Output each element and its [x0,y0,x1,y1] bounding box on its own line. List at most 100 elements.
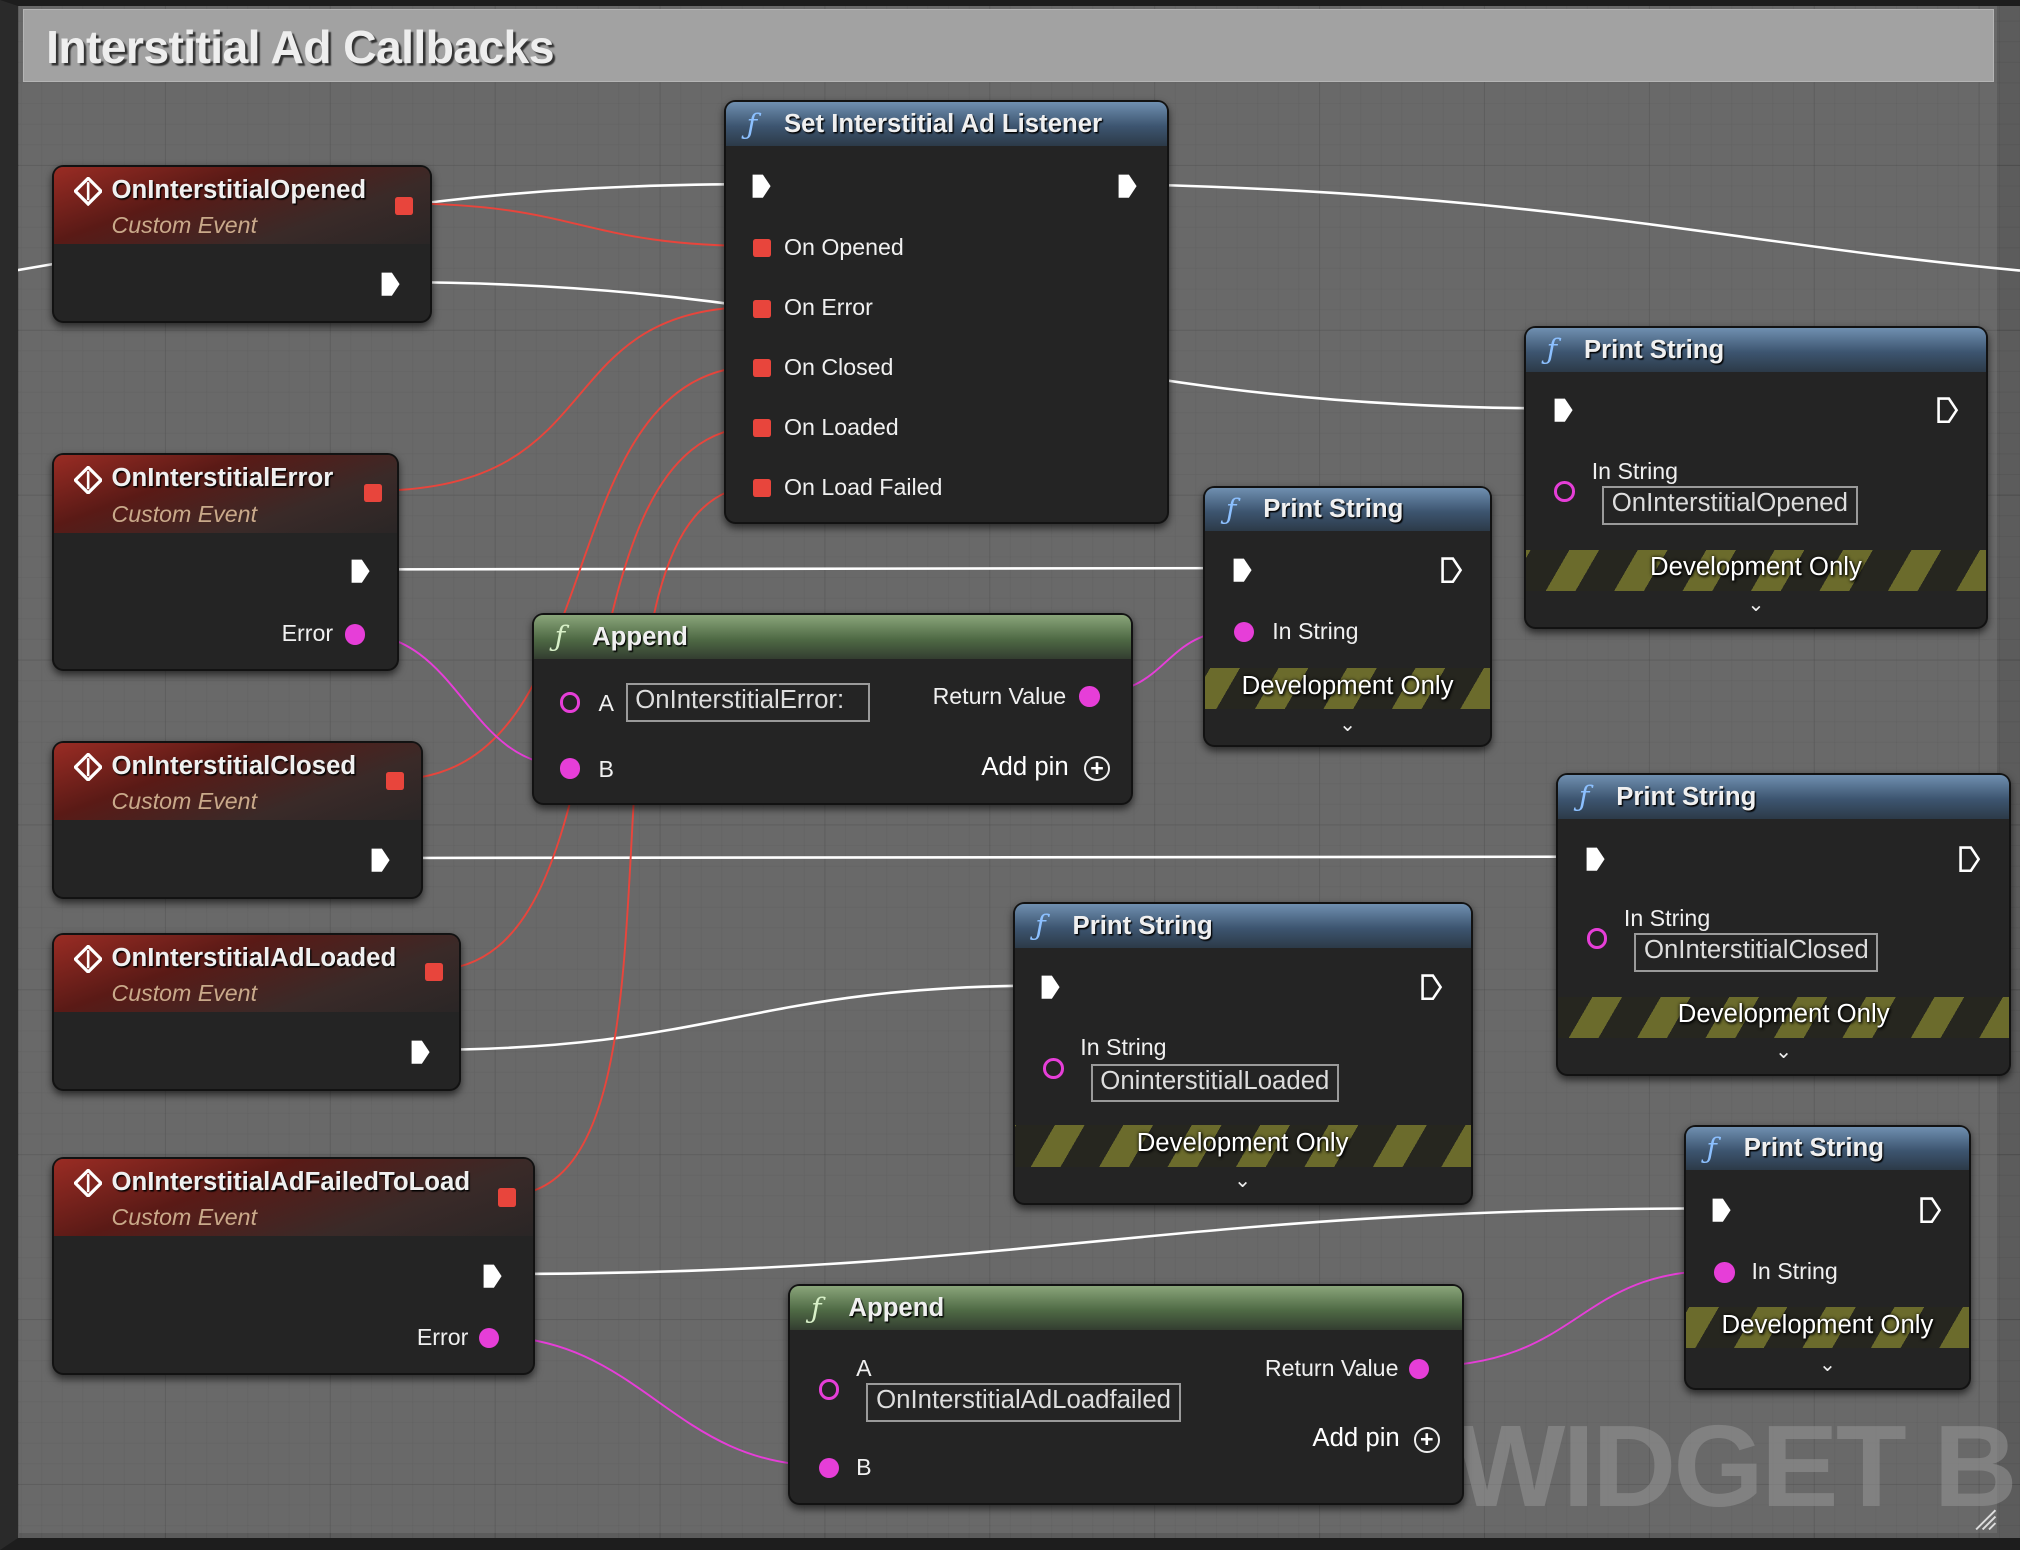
plus-circle-icon[interactable]: + [1084,755,1110,782]
set-listener-node[interactable]: ƒ Set Interstitial Ad Listener On Opened… [724,100,1169,525]
event-node-closed[interactable]: OnInterstitialClosed Custom Event [51,740,423,900]
exec-out-pin-icon[interactable] [1919,1196,1942,1224]
in-string-field[interactable]: OninterstitialLoaded [1090,1063,1340,1103]
delegate-pin[interactable] [753,478,772,497]
string-pin[interactable] [1554,481,1575,502]
string-pin-a[interactable] [818,1379,840,1400]
pin-label: On Error [783,294,873,321]
print-string-node[interactable]: ƒ Print String In String Development Onl… [1683,1124,1972,1391]
in-string-field[interactable]: OnInterstitialOpened [1602,486,1858,526]
print-string-node[interactable]: ƒ Print String In String OninterstitialL… [1012,901,1473,1205]
pin-label: On Opened [783,233,904,260]
exec-in-pin-icon[interactable] [1552,396,1575,424]
exec-pin-icon[interactable] [379,270,402,298]
delegate-pin[interactable] [753,358,772,377]
event-node-opened[interactable]: OnInterstitialOpened Custom Event [51,164,432,324]
string-pin-a[interactable] [559,692,581,714]
add-pin-label[interactable]: Add pin [981,753,1068,782]
dev-only-label: Development Only [1241,671,1454,700]
delegate-pin[interactable] [385,772,404,791]
node-title: Print String [1743,1134,1884,1163]
function-f-icon: ƒ [554,620,566,654]
node-subtitle: Custom Event [111,979,258,1006]
development-only-bar: Development Only [1205,668,1490,710]
string-wire [486,1334,828,1468]
event-node-loaded[interactable]: OnInterstitialAdLoaded Custom Event [51,932,462,1092]
pin-label-b: B [598,755,614,782]
append-node[interactable]: ƒ Append A OnInterstitialAdLoadfailed B … [788,1284,1464,1505]
exec-wire [418,984,1049,1052]
string-pin[interactable] [1714,1261,1735,1283]
exec-in-pin-icon[interactable] [1584,845,1607,873]
return-value-pin[interactable] [1408,1358,1430,1380]
development-only-bar: Development Only [1526,549,1986,591]
resize-handle-icon[interactable] [1971,1505,1997,1531]
delegate-wire [401,202,761,248]
delegate-pin[interactable] [497,1188,516,1207]
chevron-down-icon[interactable]: ⌄ [1015,1168,1471,1193]
in-string-label: In String [1080,1033,1167,1060]
exec-in-pin-icon[interactable] [750,172,773,200]
string-pin[interactable] [344,624,366,645]
exec-wire [1125,182,2020,272]
string-pin[interactable] [1042,1058,1064,1079]
exec-in-pin-icon[interactable] [1710,1196,1733,1224]
node-title: OnInterstitialAdLoaded [111,943,397,972]
exec-pin-icon[interactable] [369,846,392,874]
string-pin[interactable] [1586,928,1608,949]
print-string-node[interactable]: ƒ Print String In String Development Onl… [1203,485,1492,748]
append-node[interactable]: ƒ Append A OnInterstitialError: B Return… [532,613,1133,806]
dev-only-label: Development Only [1650,553,1862,582]
string-pin-b[interactable] [818,1457,840,1479]
in-string-field[interactable]: OnInterstitialClosed [1634,933,1879,973]
delegate-pin[interactable] [753,239,772,258]
pin-label: On Load Failed [783,473,943,500]
exec-in-pin-icon[interactable] [1231,556,1254,584]
exec-in-pin-icon[interactable] [1039,973,1062,1001]
pin-label-a: A [598,689,614,716]
input-a-field[interactable]: OnInterstitialError: [625,683,871,723]
exec-out-pin-icon[interactable] [1420,973,1443,1001]
exec-pin-icon[interactable] [409,1038,432,1066]
chevron-down-icon[interactable]: ⌄ [1526,592,1986,617]
node-title: Print String [1263,495,1404,524]
exec-pin-icon[interactable] [349,557,372,585]
event-node-failed-to-load[interactable]: OnInterstitialAdFailedToLoad Custom Even… [51,1156,535,1375]
development-only-bar: Development Only [1014,1125,1471,1167]
node-title: OnInterstitialAdFailedToLoad [111,1167,471,1196]
function-f-icon: ƒ [746,107,758,141]
add-pin-label[interactable]: Add pin [1312,1424,1399,1453]
delegate-pin[interactable] [424,963,443,982]
node-title: Print String [1616,782,1757,811]
exec-out-pin-icon[interactable] [1958,845,1981,873]
exec-pin-icon[interactable] [481,1262,504,1290]
delegate-pin[interactable] [363,483,383,502]
return-value-pin[interactable] [1078,686,1100,707]
string-pin-b[interactable] [559,758,581,779]
event-node-error[interactable]: OnInterstitialError Custom Event Error [51,453,400,672]
print-string-node[interactable]: ƒ Print String In String OnInterstitialC… [1556,772,2012,1076]
node-subtitle: Custom Event [111,211,258,238]
pin-label-a: A [856,1354,872,1381]
blueprint-graph-canvas[interactable]: Interstitial Ad Callbacks WIDGET B OnInt… [0,0,2020,1550]
delegate-pin[interactable] [753,299,772,318]
string-pin[interactable] [1233,621,1255,643]
exec-wire [378,855,1593,860]
chevron-down-icon[interactable]: ⌄ [1686,1352,1969,1377]
exec-out-pin-icon[interactable] [1116,172,1139,200]
print-string-node[interactable]: ƒ Print String In String OnInterstitialO… [1524,325,1988,629]
chevron-down-icon[interactable]: ⌄ [1558,1039,2009,1064]
string-pin[interactable] [478,1327,500,1349]
delegate-pin[interactable] [394,196,413,215]
node-title: OnInterstitialError [111,464,334,493]
event-diamond-icon [74,753,103,782]
chevron-down-icon[interactable]: ⌄ [1205,712,1490,737]
input-a-field[interactable]: OnInterstitialAdLoadfailed [866,1383,1181,1422]
node-title: Print String [1072,911,1213,940]
exec-out-pin-icon[interactable] [1440,556,1463,584]
event-diamond-icon [74,945,103,974]
exec-out-pin-icon[interactable] [1936,396,1959,424]
node-title: Set Interstitial Ad Listener [783,110,1103,139]
plus-circle-icon[interactable]: + [1413,1426,1440,1453]
delegate-pin[interactable] [753,419,772,438]
